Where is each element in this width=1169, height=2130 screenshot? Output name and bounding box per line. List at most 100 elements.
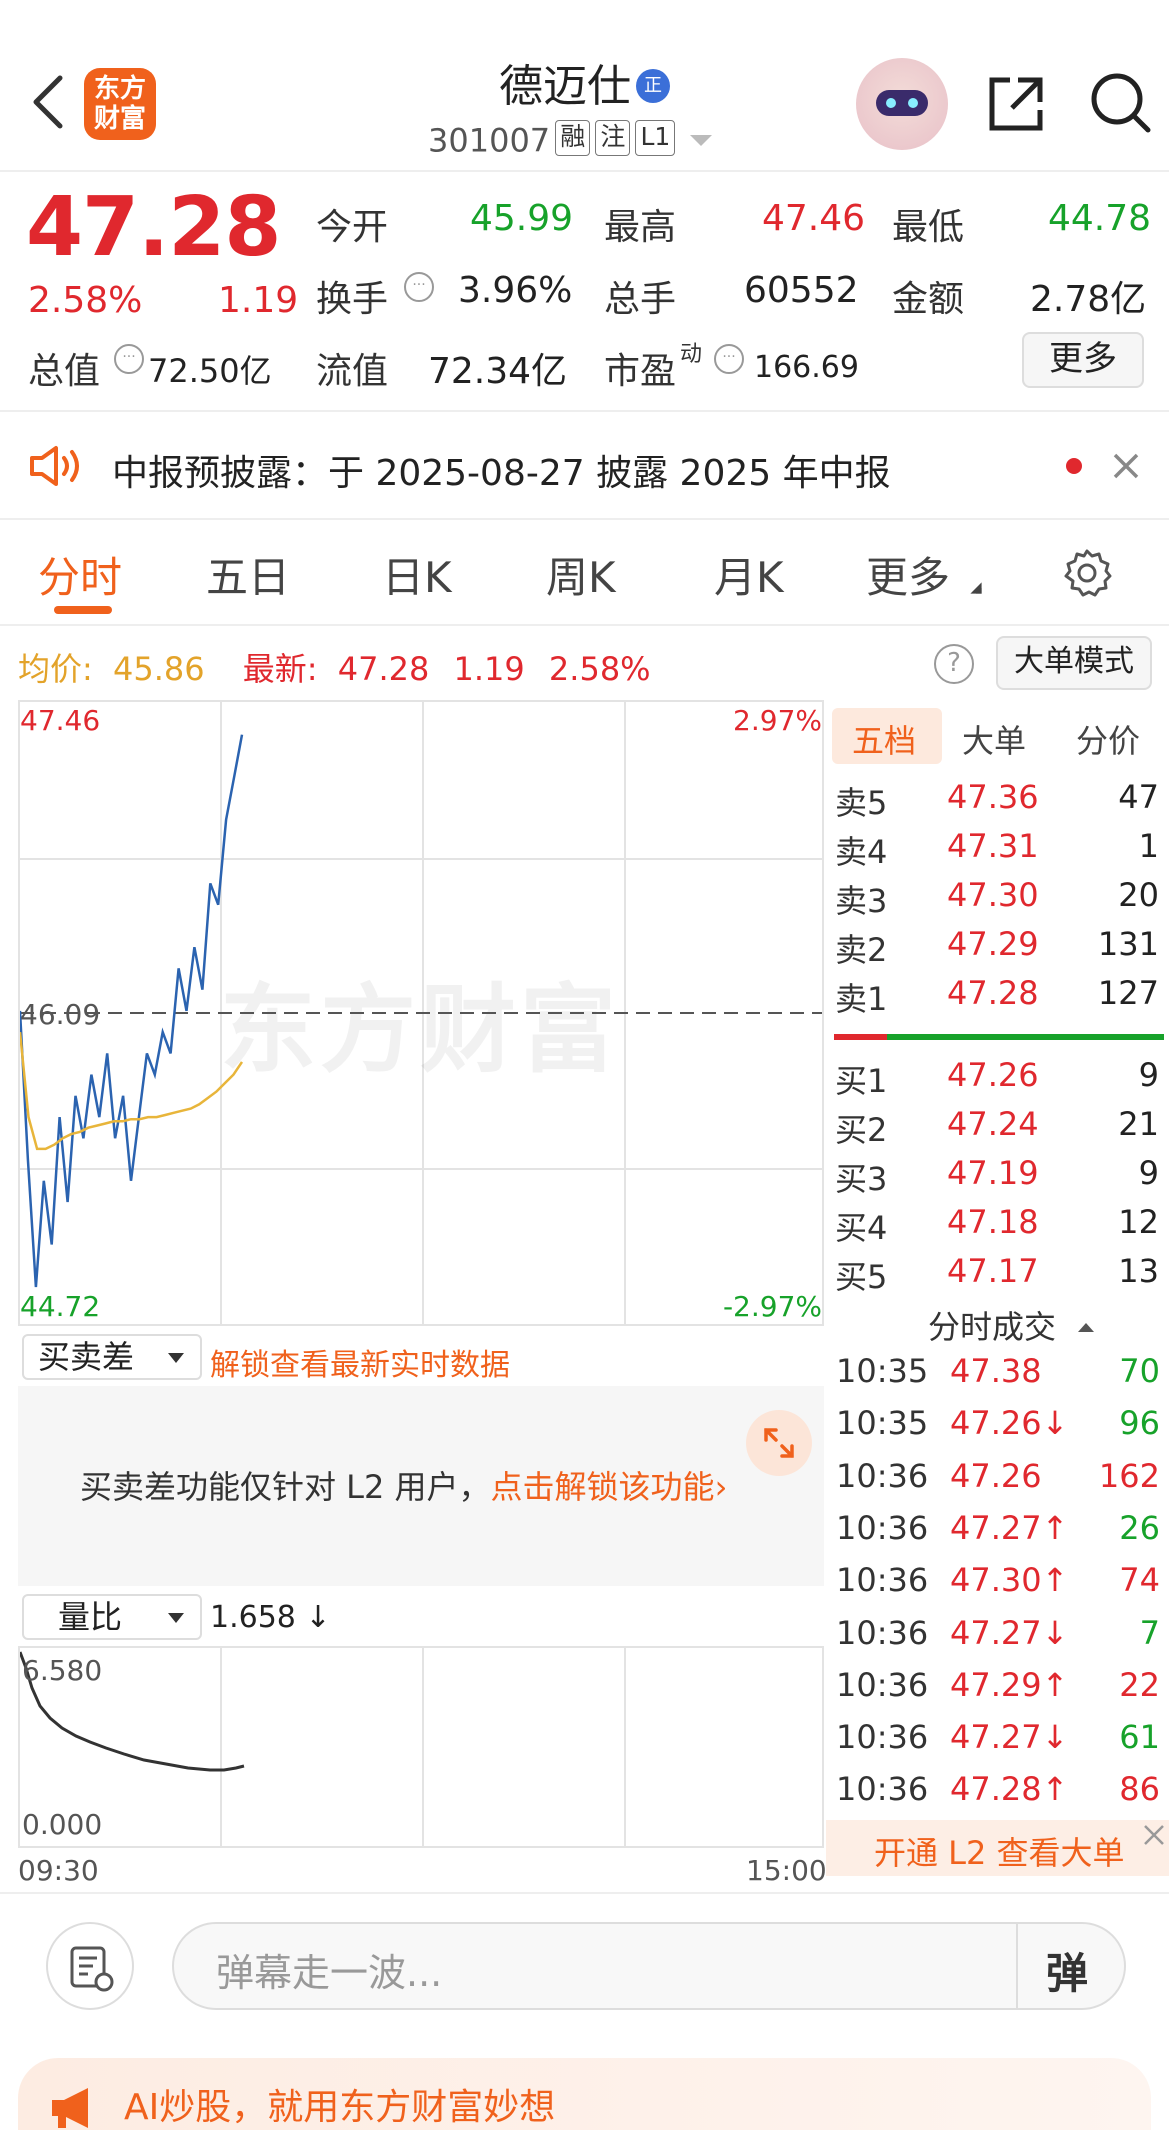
ask-price: 47.28 xyxy=(947,974,1039,1012)
trade-price: 47.29↑ xyxy=(950,1665,1069,1704)
bid-row[interactable]: 买1 47.26 9 xyxy=(835,1056,1165,1100)
avg-series xyxy=(20,1031,244,1151)
bid-volume: 12 xyxy=(1118,1203,1159,1241)
search-icon[interactable] xyxy=(1088,70,1154,136)
info-icon[interactable]: ··· xyxy=(404,272,434,302)
big-order-mode-button[interactable]: 大单模式 xyxy=(996,636,1152,690)
trade-row: 10:36 47.28↑ 86 xyxy=(836,1770,1166,1812)
ask-label: 卖2 xyxy=(835,931,888,969)
trade-row: 10:36 47.30↑ 74 xyxy=(836,1561,1166,1603)
tab-big-orders[interactable]: 大单 xyxy=(962,716,1026,762)
y-mid-label: 46.09 xyxy=(20,998,101,1031)
ask-row[interactable]: 卖3 47.30 20 xyxy=(835,876,1165,920)
change-pct: 2.58% xyxy=(28,280,143,321)
ask-row[interactable]: 卖5 47.36 47 xyxy=(835,778,1165,822)
comment-input[interactable]: 弹幕走一波... 弹 xyxy=(172,1922,1126,2010)
avg-label: 均价: xyxy=(18,650,93,688)
trade-price: 47.28↑ xyxy=(950,1770,1069,1809)
ask-row[interactable]: 卖2 47.29 131 xyxy=(835,925,1165,969)
sort-up-icon[interactable] xyxy=(1078,1323,1095,1332)
pct-top-label: 2.97% xyxy=(733,704,822,737)
trade-price: 47.26↓ xyxy=(950,1404,1069,1443)
turnover-value: 3.96% xyxy=(458,270,573,311)
intraday-chart[interactable]: 东方财富 47.46 46.09 44.72 2.97% -2.97% xyxy=(18,700,824,1326)
close-icon[interactable] xyxy=(1141,1822,1167,1848)
tab-monthly-k[interactable]: 月K xyxy=(714,544,784,605)
bid-row[interactable]: 买4 47.18 12 xyxy=(835,1203,1165,1247)
ask-price: 47.36 xyxy=(947,778,1039,816)
spread-select[interactable]: 买卖差 xyxy=(22,1334,202,1380)
y-top-label: 47.46 xyxy=(20,704,101,737)
ai-avatar-icon[interactable] xyxy=(856,58,948,150)
bid-volume: 13 xyxy=(1118,1252,1159,1290)
divider xyxy=(0,170,1169,172)
tab-intraday[interactable]: 分时 xyxy=(38,544,122,605)
volratio-y-top: 6.580 xyxy=(22,1654,103,1687)
ask-row[interactable]: 卖1 47.28 127 xyxy=(835,974,1165,1018)
trade-time: 10:36 xyxy=(836,1613,929,1652)
volratio-y-bot: 0.000 xyxy=(22,1808,103,1841)
trade-time: 10:35 xyxy=(836,1404,929,1443)
spread-locked-msg: 买卖差功能仅针对 L2 用户， xyxy=(80,1468,491,1506)
bid-label: 买3 xyxy=(835,1160,888,1198)
expand-icon[interactable] xyxy=(746,1410,812,1476)
ai-banner-text: AI炒股，就用东方财富妙想 xyxy=(124,2087,556,2128)
tab-price-dist[interactable]: 分价 xyxy=(1076,716,1140,762)
trade-time: 10:36 xyxy=(836,1665,929,1704)
trade-time: 10:36 xyxy=(836,1508,929,1547)
x-end-label: 15:00 xyxy=(746,1854,827,1887)
info-bar: 均价: 45.86 最新: 47.28 1.19 2.58% xyxy=(18,644,651,690)
divider xyxy=(0,624,1169,626)
trade-row: 10:36 47.27↓ 61 xyxy=(836,1718,1166,1760)
change-amount: 1.19 xyxy=(218,280,299,321)
ask-label: 卖3 xyxy=(835,882,888,920)
comment-list-icon[interactable] xyxy=(46,1922,134,2010)
danmu-toggle[interactable]: 弹 xyxy=(1046,1940,1088,2001)
chevron-down-icon xyxy=(168,1353,184,1363)
ask-label: 卖4 xyxy=(835,833,888,871)
tab-five-day[interactable]: 五日 xyxy=(206,544,290,605)
ask-row[interactable]: 卖4 47.31 1 xyxy=(835,827,1165,871)
tab-weekly-k[interactable]: 周K xyxy=(546,544,616,605)
info-icon[interactable]: ··· xyxy=(114,344,144,374)
tab-more[interactable]: 更多 xyxy=(866,544,950,605)
share-icon[interactable] xyxy=(984,72,1048,136)
chevron-right-icon: › xyxy=(714,1468,728,1506)
bid-row[interactable]: 买5 47.17 13 xyxy=(835,1252,1165,1296)
latest-label: 最新: xyxy=(242,650,318,688)
trade-row: 10:35 47.26↓ 96 xyxy=(836,1404,1166,1446)
spread-locked-panel: 买卖差功能仅针对 L2 用户，点击解锁该功能› xyxy=(18,1386,824,1586)
ask-price: 47.31 xyxy=(947,827,1039,865)
volratio-value: 1.658 ↓ xyxy=(210,1600,331,1635)
float-label: 流值 xyxy=(316,351,389,392)
bid-row[interactable]: 买3 47.19 9 xyxy=(835,1154,1165,1198)
trade-time: 10:35 xyxy=(836,1352,929,1390)
info-icon[interactable]: ··· xyxy=(714,344,744,374)
trade-volume: 26 xyxy=(1119,1508,1160,1547)
tab-five-levels[interactable]: 五档 xyxy=(852,716,916,762)
ask-label: 卖1 xyxy=(835,980,888,1018)
badge-margin: 融 xyxy=(555,120,591,156)
trade-time: 10:36 xyxy=(836,1456,929,1495)
close-icon[interactable] xyxy=(1110,450,1142,482)
trade-row: 10:36 47.27↓ 7 xyxy=(836,1614,1166,1656)
unlock-link[interactable]: 解锁查看最新实时数据 xyxy=(210,1340,510,1384)
l2-upsell[interactable]: 开通 L2 查看大单 xyxy=(826,1820,1169,1876)
tab-daily-k[interactable]: 日K xyxy=(382,544,452,605)
help-icon[interactable]: ? xyxy=(934,644,974,684)
volratio-chart: 6.580 0.000 xyxy=(18,1646,824,1848)
mktcap-label: 总值 xyxy=(28,351,101,392)
trade-price: 47.30↑ xyxy=(950,1561,1069,1600)
notice-text[interactable]: 中报预披露：于 2025-08-27 披露 2025 年中报 xyxy=(112,444,891,496)
dropdown-icon[interactable] xyxy=(690,135,713,146)
more-button[interactable]: 更多 xyxy=(1022,332,1144,388)
official-tag-icon: 正 xyxy=(636,69,671,103)
settings-gear-icon[interactable] xyxy=(1062,548,1112,598)
tab-active-indicator xyxy=(54,606,112,614)
bid-row[interactable]: 买2 47.24 21 xyxy=(835,1105,1165,1149)
trade-row: 10:36 47.27↑ 26 xyxy=(836,1509,1166,1551)
volratio-select[interactable]: 量比 xyxy=(22,1594,202,1640)
open-value: 45.99 xyxy=(470,198,574,239)
spread-unlock-link[interactable]: 点击解锁该功能 xyxy=(491,1468,715,1506)
ai-banner[interactable]: AI炒股，就用东方财富妙想 xyxy=(18,2058,1151,2130)
